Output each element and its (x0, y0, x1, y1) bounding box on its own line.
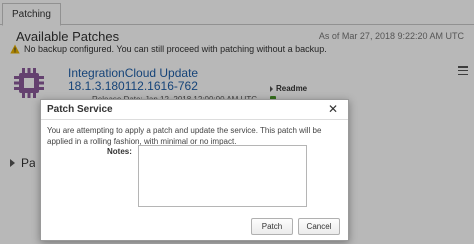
notes-field[interactable] (138, 145, 307, 207)
cancel-button[interactable]: Cancel (298, 218, 340, 235)
dialog-message: You are attempting to apply a patch and … (47, 126, 322, 146)
close-icon[interactable]: ✕ (327, 102, 339, 116)
dialog-header: Patch Service ✕ (41, 100, 348, 120)
patch-button[interactable]: Patch (251, 218, 293, 235)
patch-service-dialog: Patch Service ✕ You are attempting to ap… (40, 99, 349, 241)
notes-label: Notes: (107, 147, 132, 156)
dialog-title: Patch Service (47, 104, 113, 115)
